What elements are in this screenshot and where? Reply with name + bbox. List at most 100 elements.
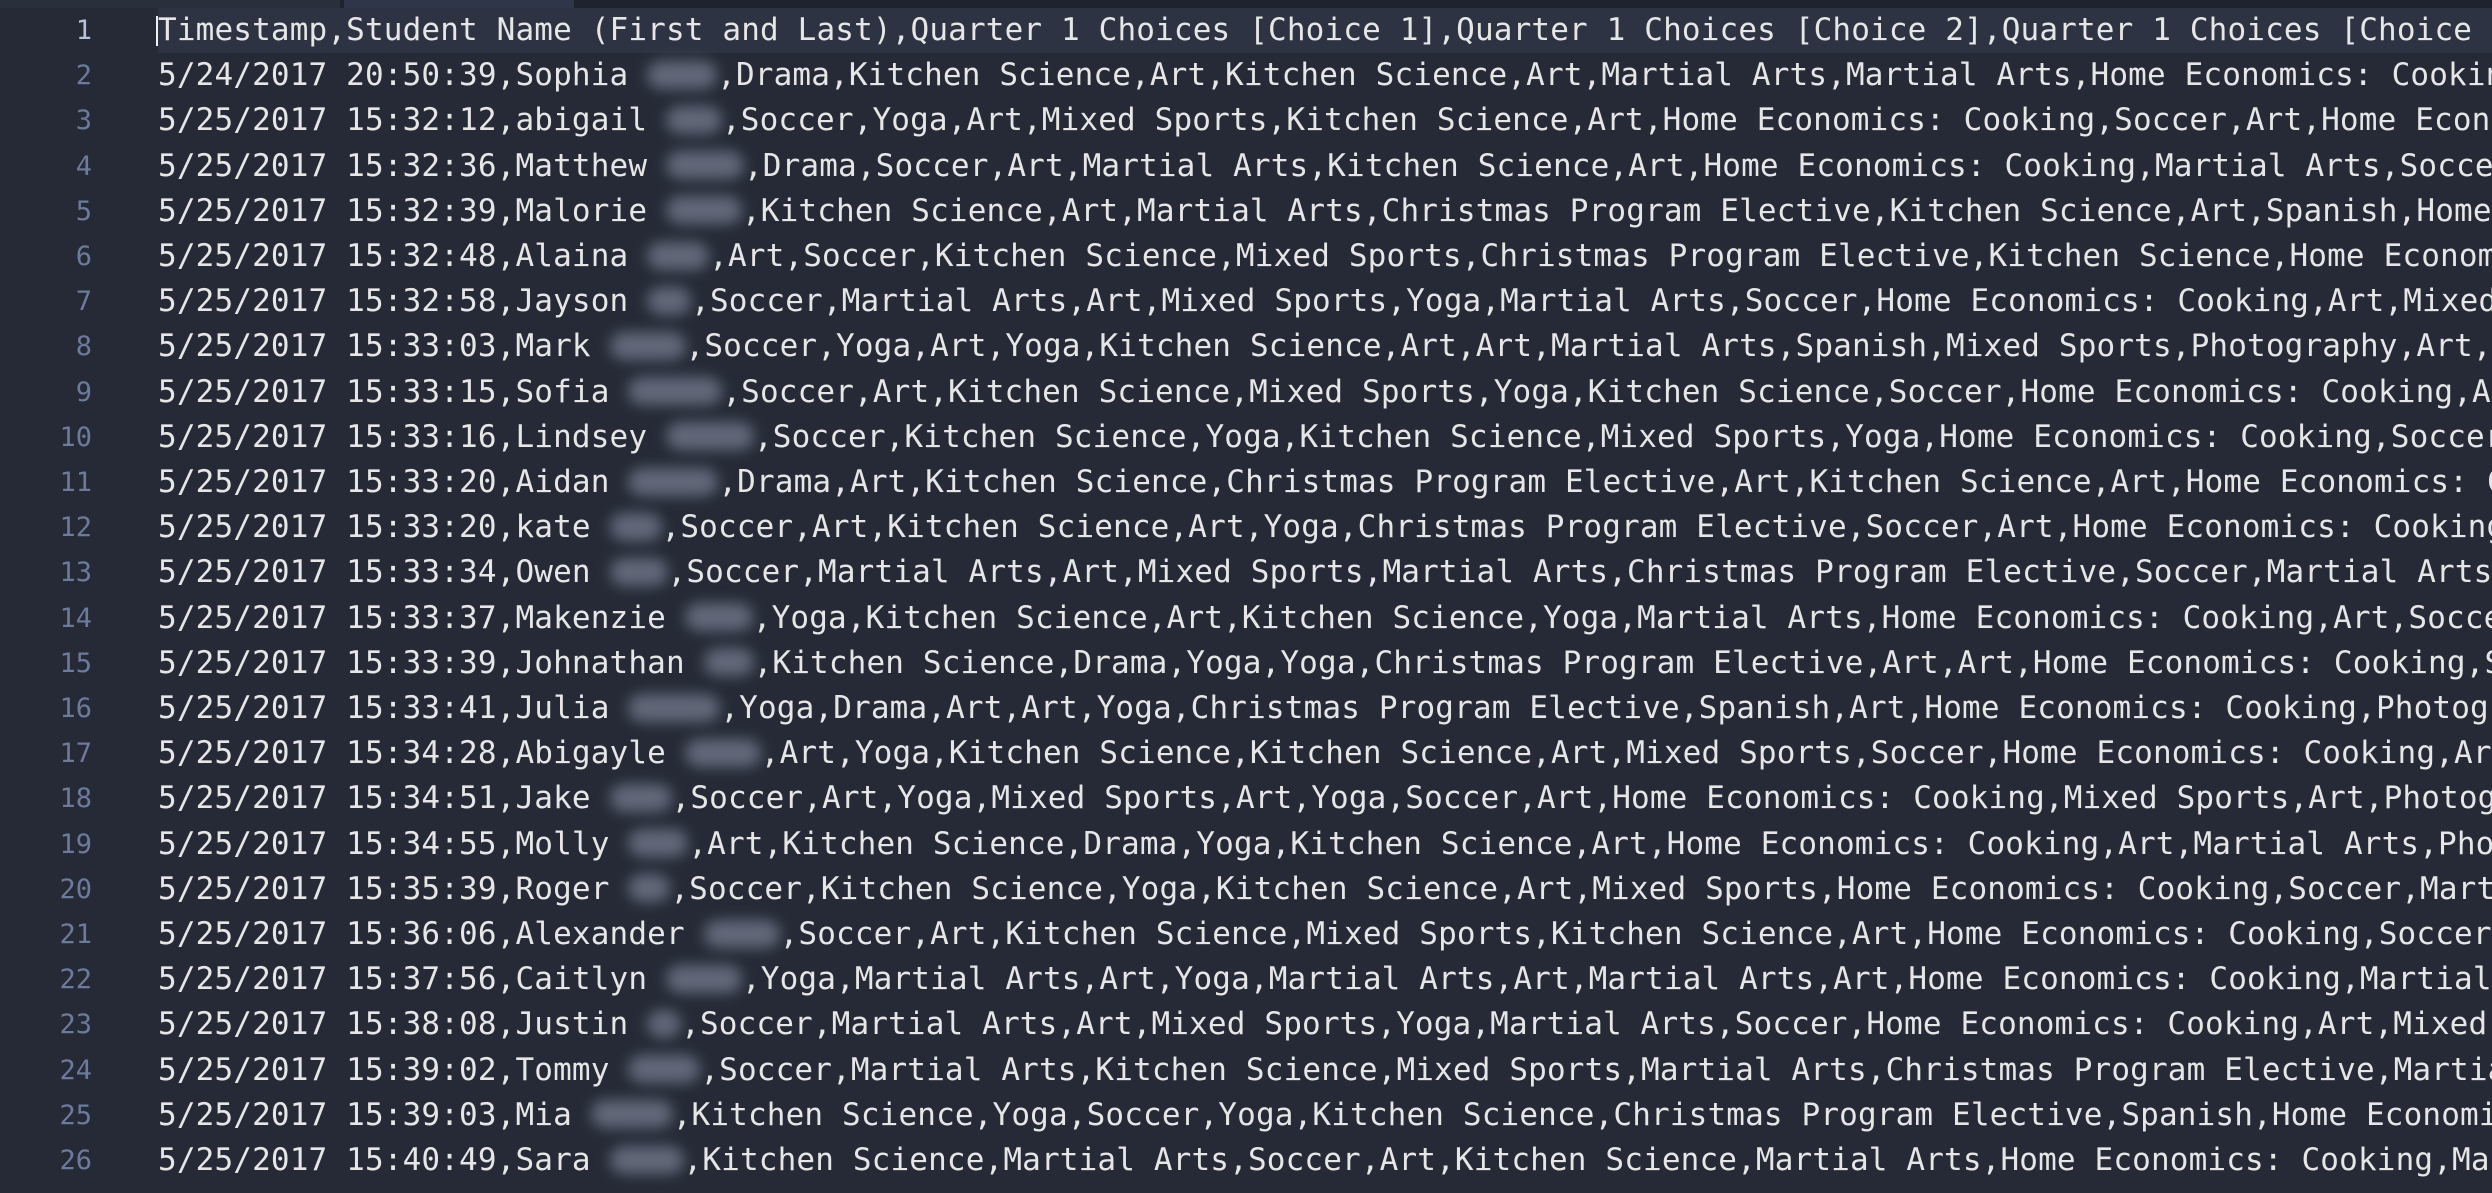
redacted-surname xyxy=(609,1145,684,1174)
code-line[interactable]: 5/25/2017 15:33:34,Owen ,Soccer,Martial … xyxy=(158,550,2492,595)
code-line[interactable]: 5/25/2017 15:32:48,Alaina ,Art,Soccer,Ki… xyxy=(158,234,2492,279)
line-text-suffix: ,Drama,Soccer,Art,Martial Arts,Kitchen S… xyxy=(743,147,2492,184)
redacted-surname xyxy=(628,467,719,496)
redacted-surname xyxy=(590,1100,673,1129)
redacted-surname xyxy=(703,919,780,948)
redacted-surname xyxy=(647,60,718,89)
code-line[interactable]: 5/25/2017 15:39:02,Tommy ,Soccer,Martial… xyxy=(158,1048,2492,1093)
line-text-suffix: ,Yoga,Kitchen Science,Art,Kitchen Scienc… xyxy=(752,599,2492,636)
line-number: 19 xyxy=(59,828,92,860)
line-number: 14 xyxy=(59,602,92,634)
text-editor: 1 2 3 4 5 6 7 8 9 10 11 12 13 14 15 16 17 18 19 20 21 22 23 24 2… xyxy=(0,0,2492,1193)
code-line[interactable]: 5/25/2017 15:33:16,Lindsey ,Soccer,Kitch… xyxy=(158,415,2492,460)
code-line[interactable]: 5/25/2017 15:33:41,Julia ,Yoga,Drama,Art… xyxy=(158,686,2492,731)
code-line[interactable]: 5/25/2017 15:39:03,Mia ,Kitchen Science,… xyxy=(158,1093,2492,1138)
line-text-suffix: ,Soccer,Martial Arts,Art,Mixed Sports,Yo… xyxy=(681,1006,2488,1043)
line-text-suffix: ,Yoga,Martial Arts,Art,Yoga,Martial Arts… xyxy=(741,961,2492,998)
redacted-surname xyxy=(665,105,722,134)
line-number: 12 xyxy=(59,512,92,544)
code-line[interactable]: 5/25/2017 15:32:36,Matthew ,Drama,Soccer… xyxy=(158,144,2492,189)
line-number: 23 xyxy=(59,1009,92,1041)
line-text-suffix: ,Soccer,Martial Arts,Kitchen Science,Mix… xyxy=(700,1051,2492,1088)
redacted-surname xyxy=(684,738,761,767)
code-area[interactable]: Timestamp,Student Name (First and Last),… xyxy=(158,8,2492,1193)
code-line[interactable]: 5/25/2017 15:33:03,Mark ,Soccer,Yoga,Art… xyxy=(158,324,2492,369)
line-number-gutter: 1 2 3 4 5 6 7 8 9 10 11 12 13 14 15 16 17 18 19 20 21 22 23 24 2… xyxy=(0,8,140,1193)
line-text-suffix: ,Yoga,Drama,Art,Art,Yoga,Christmas Progr… xyxy=(720,690,2492,726)
line-number: 17 xyxy=(59,738,92,770)
code-line[interactable]: 5/25/2017 15:38:08,Justin ,Soccer,Martia… xyxy=(158,1002,2492,1047)
line-text-prefix: 5/25/2017 15:40:49,Sara xyxy=(158,1142,610,1178)
line-text-suffix: ,Art,Kitchen Science,Drama,Yoga,Kitchen … xyxy=(688,825,2492,862)
line-text-prefix: 5/25/2017 15:33:16,Lindsey xyxy=(158,418,666,455)
line-text: Timestamp,Student Name (First and Last),… xyxy=(158,12,2492,48)
line-text-suffix: ,Kitchen Science,Martial Arts,Soccer,Art… xyxy=(683,1142,2492,1178)
line-number: 1 xyxy=(75,15,92,46)
line-text-prefix: 5/25/2017 15:33:20,kate xyxy=(158,509,610,546)
line-number: 2 xyxy=(75,60,92,92)
line-text-prefix: 5/25/2017 15:32:58,Jayson xyxy=(158,283,648,320)
line-number: 8 xyxy=(75,331,92,363)
code-line[interactable]: 5/25/2017 15:32:12,abigail ,Soccer,Yoga,… xyxy=(158,98,2492,143)
line-text-suffix: ,Soccer,Martial Arts,Art,Mixed Sports,Ma… xyxy=(667,554,2492,591)
code-line[interactable]: 5/25/2017 15:33:37,Makenzie ,Yoga,Kitche… xyxy=(158,596,2492,641)
code-line[interactable]: 5/25/2017 15:36:06,Alexander ,Soccer,Art… xyxy=(158,912,2492,957)
redacted-surname xyxy=(609,557,668,586)
redacted-surname xyxy=(665,196,742,225)
redacted-surname xyxy=(665,964,742,993)
code-line[interactable]: 5/25/2017 15:34:55,Molly ,Art,Kitchen Sc… xyxy=(158,822,2492,867)
line-text-suffix: ,Drama,Kitchen Science,Art,Kitchen Scien… xyxy=(717,57,2492,94)
redacted-surname xyxy=(609,512,662,541)
line-text-suffix: ,Soccer,Art,Kitchen Science,Mixed Sports… xyxy=(779,916,2492,952)
line-text-prefix: 5/25/2017 15:33:20,Aidan xyxy=(158,464,629,500)
line-text-suffix: ,Kitchen Science,Yoga,Soccer,Yoga,Kitche… xyxy=(672,1096,2492,1133)
line-text-suffix: ,Soccer,Kitchen Science,Yoga,Kitchen Sci… xyxy=(670,870,2492,907)
line-text-prefix: 5/25/2017 15:36:06,Alexander xyxy=(158,916,704,952)
line-text-prefix: 5/25/2017 15:34:28,Abigayle xyxy=(158,735,685,772)
code-line[interactable]: 5/25/2017 15:32:58,Jayson ,Soccer,Martia… xyxy=(158,279,2492,324)
line-number: 18 xyxy=(59,783,92,815)
line-text-suffix: ,Kitchen Science,Art,Martial Arts,Christ… xyxy=(741,192,2492,229)
line-text-prefix: 5/25/2017 15:33:15,Sofia xyxy=(158,373,629,410)
redacted-surname xyxy=(684,603,753,632)
code-line[interactable]: 5/25/2017 15:33:15,Sofia ,Soccer,Art,Kit… xyxy=(158,370,2492,415)
line-number: 9 xyxy=(75,376,92,408)
redacted-surname xyxy=(628,377,723,406)
redacted-surname xyxy=(703,648,754,677)
code-line[interactable]: 5/25/2017 15:33:39,Johnathan ,Kitchen Sc… xyxy=(158,641,2492,686)
code-line[interactable]: 5/25/2017 15:33:20,kate ,Soccer,Art,Kitc… xyxy=(158,505,2492,550)
redacted-surname xyxy=(628,829,689,858)
code-line[interactable]: 5/25/2017 15:40:49,Sara ,Kitchen Science… xyxy=(158,1138,2492,1183)
line-text-prefix: 5/25/2017 15:33:03,Mark xyxy=(158,328,610,365)
code-line[interactable]: Timestamp,Student Name (First and Last),… xyxy=(158,8,2492,53)
line-text-suffix: ,Drama,Art,Kitchen Science,Christmas Pro… xyxy=(718,464,2492,500)
line-number: 11 xyxy=(59,467,92,498)
tab-inactive[interactable] xyxy=(344,0,574,8)
code-line[interactable]: 5/25/2017 15:33:20,Aidan ,Drama,Art,Kitc… xyxy=(158,460,2492,505)
line-text-prefix: 5/25/2017 15:38:08,Justin xyxy=(158,1006,648,1043)
line-text-suffix: ,Art,Soccer,Kitchen Science,Mixed Sports… xyxy=(709,238,2492,274)
line-number: 16 xyxy=(59,693,92,724)
line-number: 7 xyxy=(75,286,92,318)
tab-active[interactable] xyxy=(0,0,340,8)
code-line[interactable]: 5/25/2017 15:34:51,Jake ,Soccer,Art,Yoga… xyxy=(158,776,2492,821)
line-number: 21 xyxy=(59,919,92,950)
line-number: 15 xyxy=(59,647,92,679)
line-text-prefix: 5/25/2017 15:39:02,Tommy xyxy=(158,1051,629,1088)
line-number: 10 xyxy=(59,421,92,453)
code-line[interactable]: 5/25/2017 15:35:39,Roger ,Soccer,Kitchen… xyxy=(158,867,2492,912)
line-text-prefix: 5/24/2017 20:50:39,Sophia xyxy=(158,57,648,94)
code-line[interactable]: 5/25/2017 15:34:28,Abigayle ,Art,Yoga,Ki… xyxy=(158,731,2492,776)
code-line[interactable]: 5/25/2017 15:37:56,Caitlyn ,Yoga,Martial… xyxy=(158,957,2492,1002)
line-number: 24 xyxy=(59,1054,92,1086)
code-line[interactable]: 5/24/2017 20:50:39,Sophia ,Drama,Kitchen… xyxy=(158,53,2492,98)
line-number: 22 xyxy=(59,964,92,996)
redacted-surname xyxy=(647,286,692,315)
line-text-prefix: 5/25/2017 15:35:39,Roger xyxy=(158,870,629,907)
line-text-prefix: 5/25/2017 15:33:34,Owen xyxy=(158,554,610,591)
code-line[interactable]: 5/25/2017 15:32:39,Malorie ,Kitchen Scie… xyxy=(158,189,2492,234)
line-number: 25 xyxy=(59,1099,92,1131)
line-text-suffix: ,Soccer,Yoga,Art,Yoga,Kitchen Science,Ar… xyxy=(685,328,2492,365)
line-number: 4 xyxy=(75,150,92,182)
line-text-prefix: 5/25/2017 15:33:37,Makenzie xyxy=(158,599,685,636)
